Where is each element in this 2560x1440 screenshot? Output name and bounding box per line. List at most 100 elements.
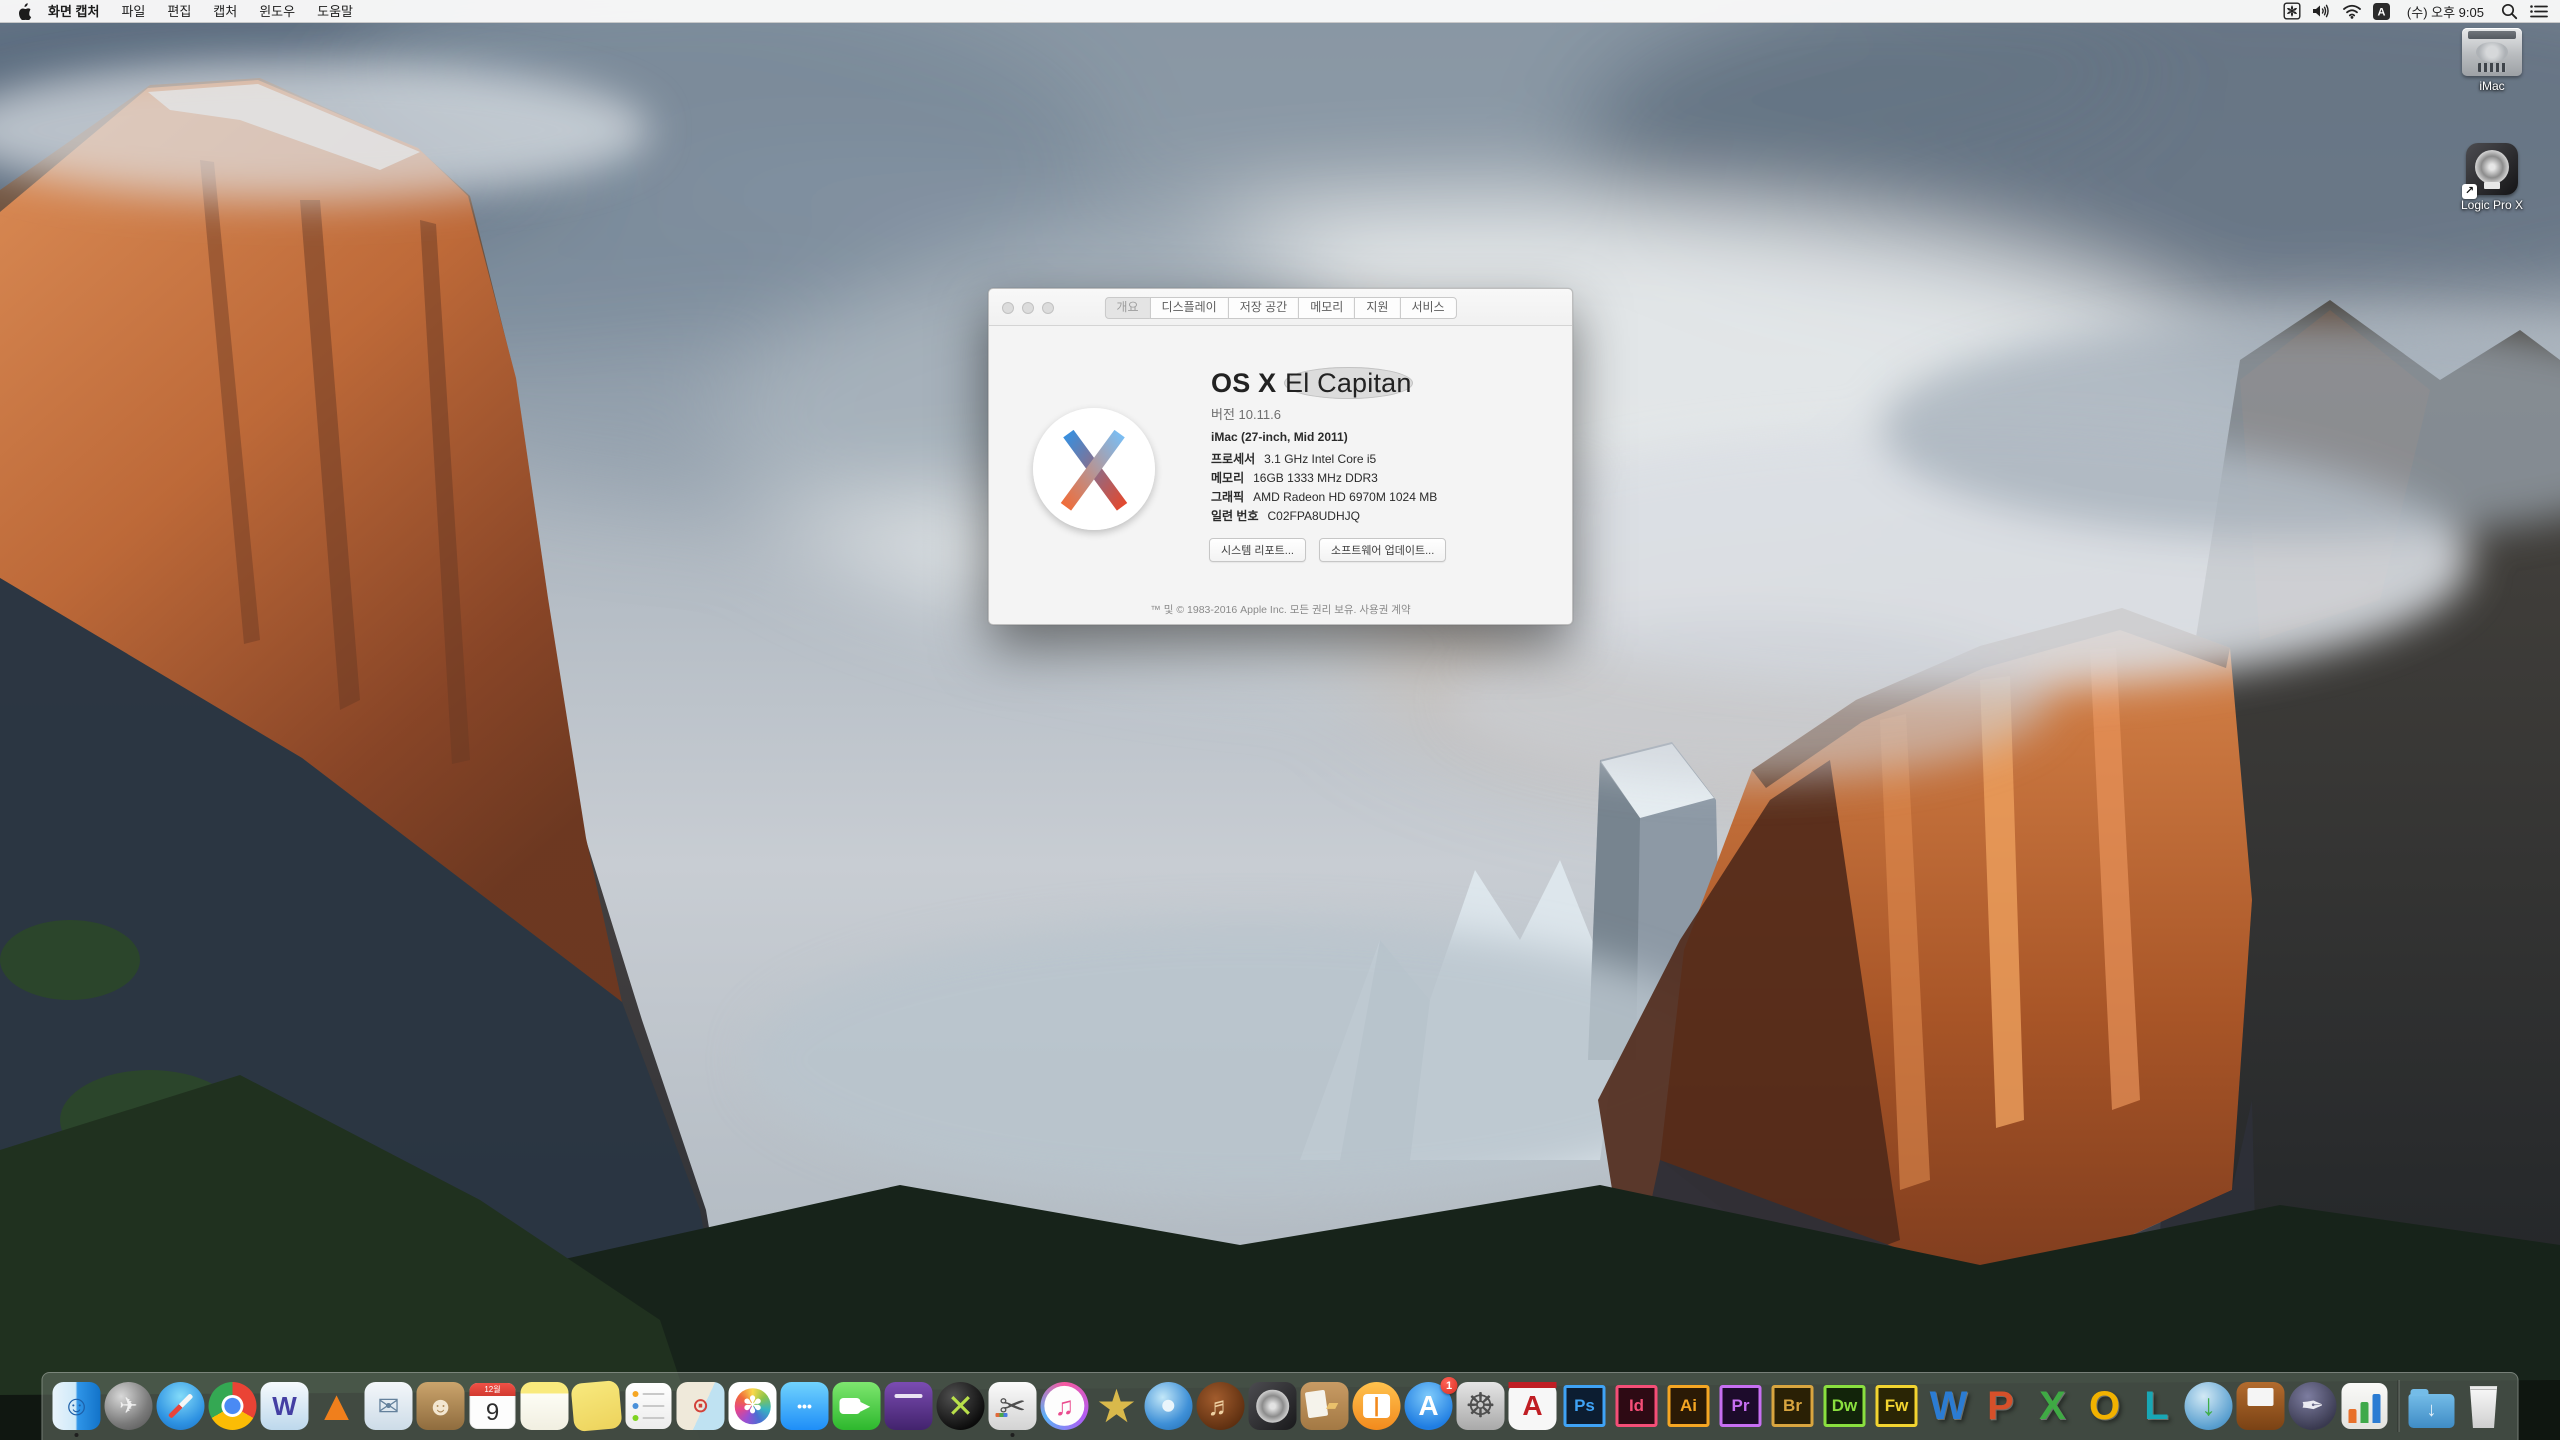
indesign-icon: Id bbox=[1616, 1385, 1658, 1427]
svg-text:A: A bbox=[2378, 6, 2386, 18]
dock-item-dreamweaver[interactable]: Dw bbox=[1821, 1382, 1869, 1430]
menu-capture[interactable]: 캡처 bbox=[202, 0, 248, 23]
dock-item-contacts[interactable]: ☻ bbox=[417, 1382, 465, 1430]
input-source-icon[interactable]: A bbox=[2371, 2, 2393, 20]
dock-item-safari[interactable] bbox=[157, 1382, 205, 1430]
dock-item-fireworks[interactable]: Fw bbox=[1873, 1382, 1921, 1430]
spec-list: 프로세서3.1 GHz Intel Core i5 메모리16GB 1333 M… bbox=[1211, 450, 1437, 526]
itunes-icon: ♫ bbox=[1041, 1382, 1089, 1430]
pinboard-collage-icon: ▰ bbox=[1301, 1382, 1349, 1430]
dock-item-acrobat-reader[interactable]: A bbox=[1509, 1382, 1557, 1430]
dock-item-launchpad[interactable]: ✈ bbox=[105, 1382, 153, 1430]
dock-item-vlc[interactable]: ▲ bbox=[313, 1382, 361, 1430]
maps-icon: ⊙ bbox=[677, 1382, 725, 1430]
tab-storage[interactable]: 저장 공간 bbox=[1228, 297, 1300, 319]
dock-separator bbox=[2398, 1380, 2399, 1432]
menu-edit[interactable]: 편집 bbox=[156, 0, 202, 23]
reminders-icon bbox=[626, 1383, 672, 1429]
tab-overview[interactable]: 개요 bbox=[1104, 297, 1150, 319]
dock-item-screen-capture[interactable]: ✂ bbox=[989, 1382, 1037, 1430]
desktop-icon-imac-hdd[interactable]: iMac bbox=[2449, 28, 2535, 93]
menubar-clock[interactable]: (수) 오후 9:05 bbox=[2401, 2, 2490, 21]
dock-item-x-media-player[interactable]: ✕ bbox=[937, 1382, 985, 1430]
premiere-pro-icon: Pr bbox=[1720, 1385, 1762, 1427]
window-titlebar[interactable]: 개요 디스플레이 저장 공간 메모리 지원 서비스 bbox=[989, 289, 1572, 326]
tab-support[interactable]: 지원 bbox=[1354, 297, 1400, 319]
running-indicator bbox=[1011, 1433, 1015, 1437]
dock-item-lync[interactable]: L bbox=[2133, 1382, 2181, 1430]
dock-item-mail[interactable]: ✉ bbox=[365, 1382, 413, 1430]
dock-item-garageband[interactable]: ♬ bbox=[1197, 1382, 1245, 1430]
dock-item-reminders[interactable] bbox=[625, 1382, 673, 1430]
dock-item-notes[interactable] bbox=[521, 1382, 569, 1430]
dock-item-itunes[interactable]: ♫ bbox=[1041, 1382, 1089, 1430]
software-update-button[interactable]: 소프트웨어 업데이트... bbox=[1319, 538, 1446, 562]
dock-item-messages[interactable]: ••• bbox=[781, 1382, 829, 1430]
dreamweaver-icon: Dw bbox=[1824, 1385, 1866, 1427]
dock-item-word[interactable]: W bbox=[1925, 1382, 1973, 1430]
tab-memory[interactable]: 메모리 bbox=[1298, 297, 1355, 319]
dock-item-maps[interactable]: ⊙ bbox=[677, 1382, 725, 1430]
photoshop-icon: Ps bbox=[1564, 1385, 1606, 1427]
dock-item-logic-pro-x[interactable] bbox=[1249, 1382, 1297, 1430]
volume-icon[interactable] bbox=[2311, 2, 2333, 20]
minimize-button[interactable] bbox=[1022, 302, 1034, 314]
dock-item-pinboard-collage[interactable]: ▰ bbox=[1301, 1382, 1349, 1430]
dock-item-trash[interactable] bbox=[2460, 1382, 2508, 1430]
numbers-icon bbox=[2342, 1383, 2388, 1429]
dock-item-premiere-pro[interactable]: Pr bbox=[1717, 1382, 1765, 1430]
menu-app-name[interactable]: 화면 캡처 bbox=[40, 0, 110, 23]
excel-icon: X bbox=[2029, 1382, 2077, 1430]
tab-displays[interactable]: 디스플레이 bbox=[1150, 297, 1229, 319]
bridge-icon: Br bbox=[1772, 1385, 1814, 1427]
dock-item-keynote[interactable] bbox=[2237, 1382, 2285, 1430]
dock-item-bridge[interactable]: Br bbox=[1769, 1382, 1817, 1430]
dock-item-numbers[interactable] bbox=[2341, 1382, 2389, 1430]
idvd-icon bbox=[1145, 1382, 1193, 1430]
dock-item-indesign[interactable]: Id bbox=[1613, 1382, 1661, 1430]
zoom-button[interactable] bbox=[1042, 302, 1054, 314]
system-report-button[interactable]: 시스템 리포트... bbox=[1209, 538, 1306, 562]
outlook-icon: O bbox=[2081, 1382, 2129, 1430]
dock-item-calendar[interactable]: 12월9 bbox=[469, 1382, 517, 1430]
close-button[interactable] bbox=[1002, 302, 1014, 314]
downloads-folder-icon: ↓ bbox=[2409, 1394, 2455, 1428]
dock-item-chrome[interactable] bbox=[209, 1382, 257, 1430]
apple-menu[interactable] bbox=[10, 3, 40, 20]
dock-item-downloads-folder[interactable]: ↓ bbox=[2408, 1382, 2456, 1430]
os-title: OS X El Capitan bbox=[1211, 368, 1413, 399]
notification-center-icon[interactable] bbox=[2528, 2, 2550, 20]
menu-file[interactable]: 파일 bbox=[110, 0, 156, 23]
trash-icon bbox=[2467, 1384, 2501, 1428]
wifi-icon[interactable] bbox=[2341, 2, 2363, 20]
dock-item-powerpoint[interactable]: P bbox=[1977, 1382, 2025, 1430]
dock-item-imovie[interactable]: ★ bbox=[1093, 1382, 1141, 1430]
dock-item-photos[interactable]: ✽ bbox=[729, 1382, 777, 1430]
copyright-footer: ™ 및 © 1983-2016 Apple Inc. 모든 권리 보유. 사용권… bbox=[989, 602, 1572, 617]
tab-service[interactable]: 서비스 bbox=[1399, 297, 1456, 319]
dock-item-webhard[interactable]: W bbox=[261, 1382, 309, 1430]
dock-item-system-preferences[interactable]: ☸ bbox=[1457, 1382, 1505, 1430]
dock-item-app-store[interactable]: A1 bbox=[1405, 1382, 1453, 1430]
dock-item-pages[interactable]: ✒ bbox=[2289, 1382, 2337, 1430]
fan-control-icon[interactable] bbox=[2281, 2, 2303, 20]
dock-item-web-downloader[interactable]: ↓ bbox=[2185, 1382, 2233, 1430]
dock-item-excel[interactable]: X bbox=[2029, 1382, 2077, 1430]
dock-item-stickies[interactable] bbox=[573, 1382, 621, 1430]
acrobat-reader-icon: A bbox=[1509, 1382, 1557, 1430]
dock-item-photoshop[interactable]: Ps bbox=[1561, 1382, 1609, 1430]
dock-item-illustrator[interactable]: Ai bbox=[1665, 1382, 1713, 1430]
dock-item-ibooks[interactable]: | bbox=[1353, 1382, 1401, 1430]
dock-item-outlook[interactable]: O bbox=[2081, 1382, 2129, 1430]
spotlight-icon[interactable] bbox=[2498, 2, 2520, 20]
mac-model: iMac (27-inch, Mid 2011) bbox=[1211, 430, 1348, 444]
menu-window[interactable]: 윈도우 bbox=[248, 0, 306, 23]
dock-item-facetime[interactable]: ▸ bbox=[833, 1382, 881, 1430]
desktop-icon-logic-pro-x[interactable]: ↗ Logic Pro X bbox=[2449, 143, 2535, 212]
dock-item-toast-titanium[interactable] bbox=[885, 1382, 933, 1430]
dock-item-idvd[interactable] bbox=[1145, 1382, 1193, 1430]
toast-titanium-icon bbox=[885, 1382, 933, 1430]
dock-item-finder[interactable]: ☺ bbox=[53, 1382, 101, 1430]
menu-help[interactable]: 도움말 bbox=[306, 0, 364, 23]
web-downloader-icon: ↓ bbox=[2185, 1382, 2233, 1430]
